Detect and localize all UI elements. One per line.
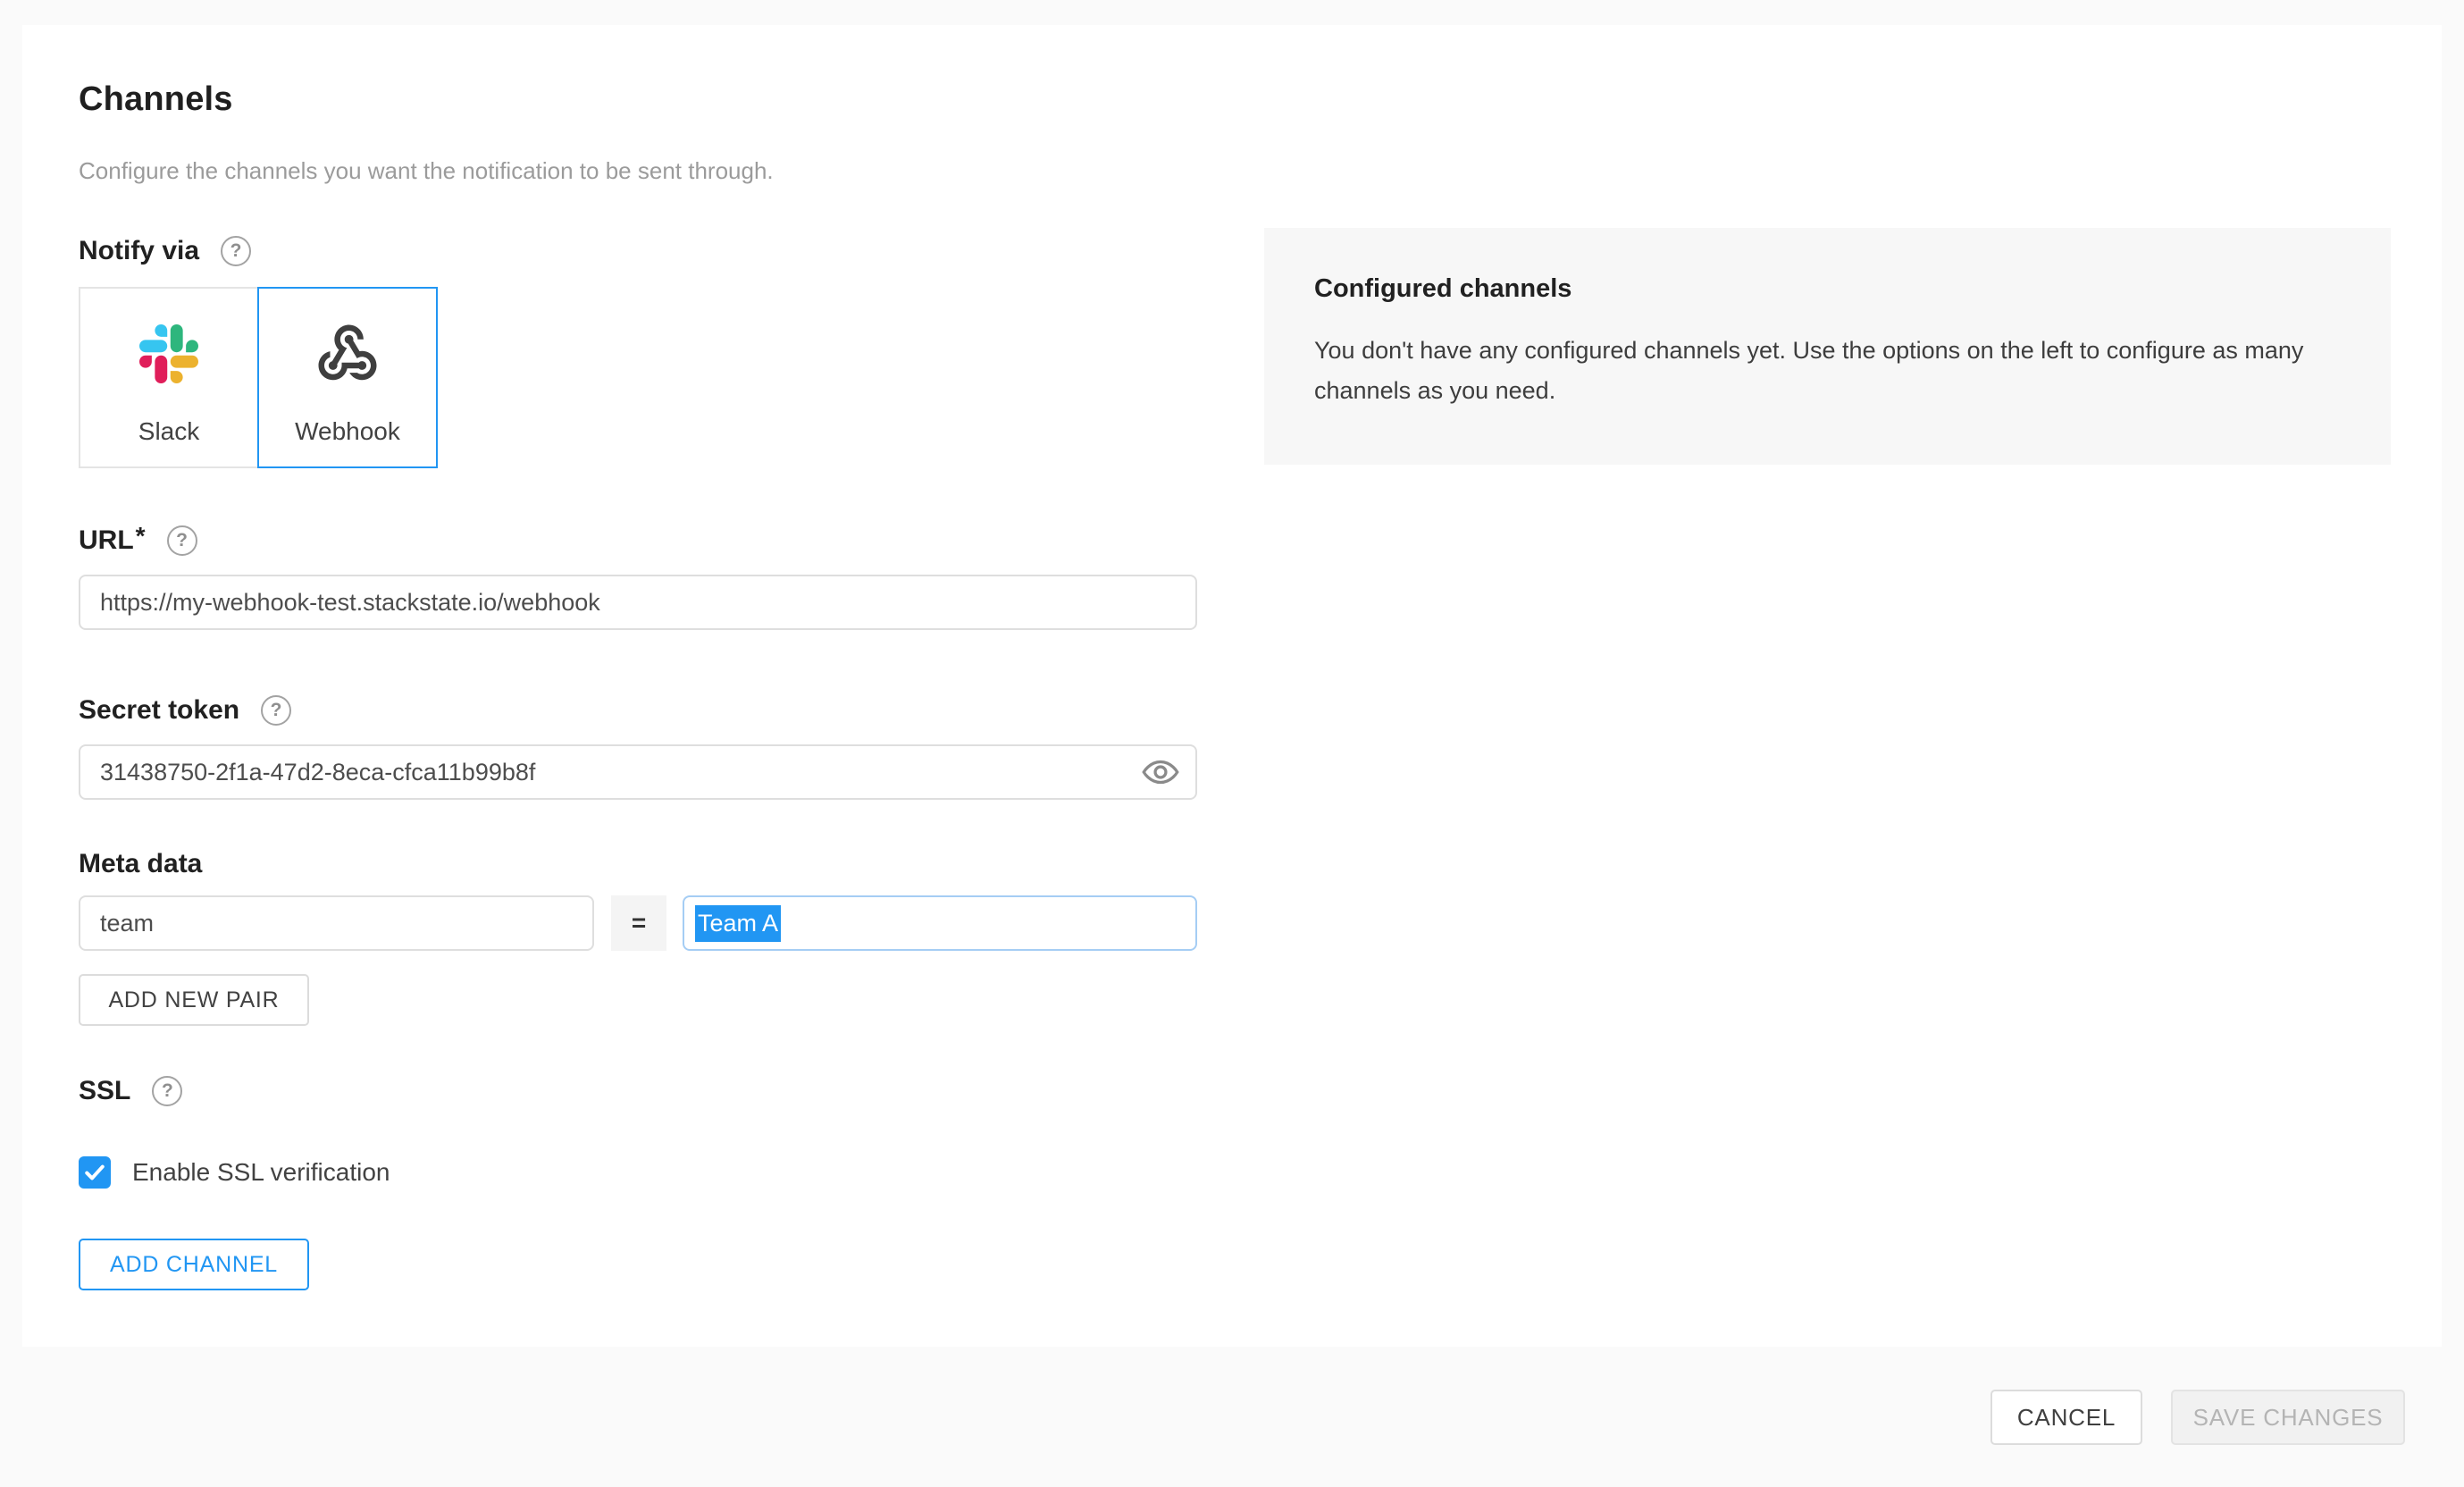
channel-tile-webhook-label: Webhook (295, 417, 400, 446)
ssl-checkbox[interactable] (79, 1156, 111, 1189)
secret-token-label: Secret token (79, 695, 239, 726)
checkmark-icon (82, 1160, 107, 1185)
configured-channels-body: You don't have any configured channels y… (1314, 331, 2324, 412)
meta-key-input[interactable] (79, 895, 594, 951)
ssl-checkbox-label[interactable]: Enable SSL verification (132, 1158, 390, 1187)
equals-separator: = (611, 895, 666, 951)
url-label: URL* (79, 525, 146, 556)
add-channel-button[interactable]: ADD CHANNEL (79, 1239, 309, 1290)
page: { "header": { "title": "Channels", "subt… (0, 0, 2464, 1487)
page-subtitle: Configure the channels you want the noti… (79, 157, 774, 185)
slack-icon (139, 321, 198, 387)
url-input[interactable] (79, 575, 1197, 630)
secret-token-label-row: Secret token ? (79, 695, 291, 726)
secret-token-help-icon[interactable]: ? (261, 695, 291, 726)
configured-channels-panel: Configured channels You don't have any c… (1264, 228, 2391, 465)
cancel-button[interactable]: CANCEL (1990, 1390, 2142, 1445)
secret-token-input[interactable] (79, 744, 1197, 800)
url-required-marker: * (136, 522, 146, 550)
toggle-secret-visibility-button[interactable] (1136, 752, 1185, 792)
ssl-help-icon[interactable]: ? (152, 1076, 182, 1106)
webhook-icon (313, 321, 382, 387)
meta-data-pair-row: = Team A (79, 895, 1197, 951)
meta-value-selected-text: Team A (695, 905, 781, 942)
eye-icon (1140, 752, 1181, 793)
channel-tile-slack[interactable]: Slack (79, 287, 259, 468)
url-label-row: URL* ? (79, 525, 197, 556)
ssl-label-row: SSL ? (79, 1076, 182, 1106)
add-new-pair-button[interactable]: ADD NEW PAIR (79, 974, 309, 1026)
meta-value-input[interactable]: Team A (683, 895, 1197, 951)
channel-tile-webhook[interactable]: Webhook (257, 287, 438, 468)
channels-card: Channels Configure the channels you want… (22, 25, 2442, 1347)
page-title: Channels (79, 80, 233, 119)
notify-via-label: Notify via (79, 236, 199, 266)
url-help-icon[interactable]: ? (167, 525, 197, 556)
notify-via-help-icon[interactable]: ? (221, 236, 251, 266)
channel-type-tiles: Slack Webhook (79, 287, 438, 468)
configured-channels-title: Configured channels (1314, 274, 2341, 304)
notify-via-label-row: Notify via ? (79, 236, 251, 266)
meta-data-label-row: Meta data (79, 849, 202, 879)
ssl-checkbox-row: Enable SSL verification (79, 1156, 390, 1189)
channel-tile-slack-label: Slack (138, 417, 199, 446)
meta-data-label: Meta data (79, 849, 202, 879)
secret-token-field (79, 744, 1197, 800)
ssl-label: SSL (79, 1076, 130, 1106)
save-changes-button[interactable]: SAVE CHANGES (2171, 1390, 2405, 1445)
